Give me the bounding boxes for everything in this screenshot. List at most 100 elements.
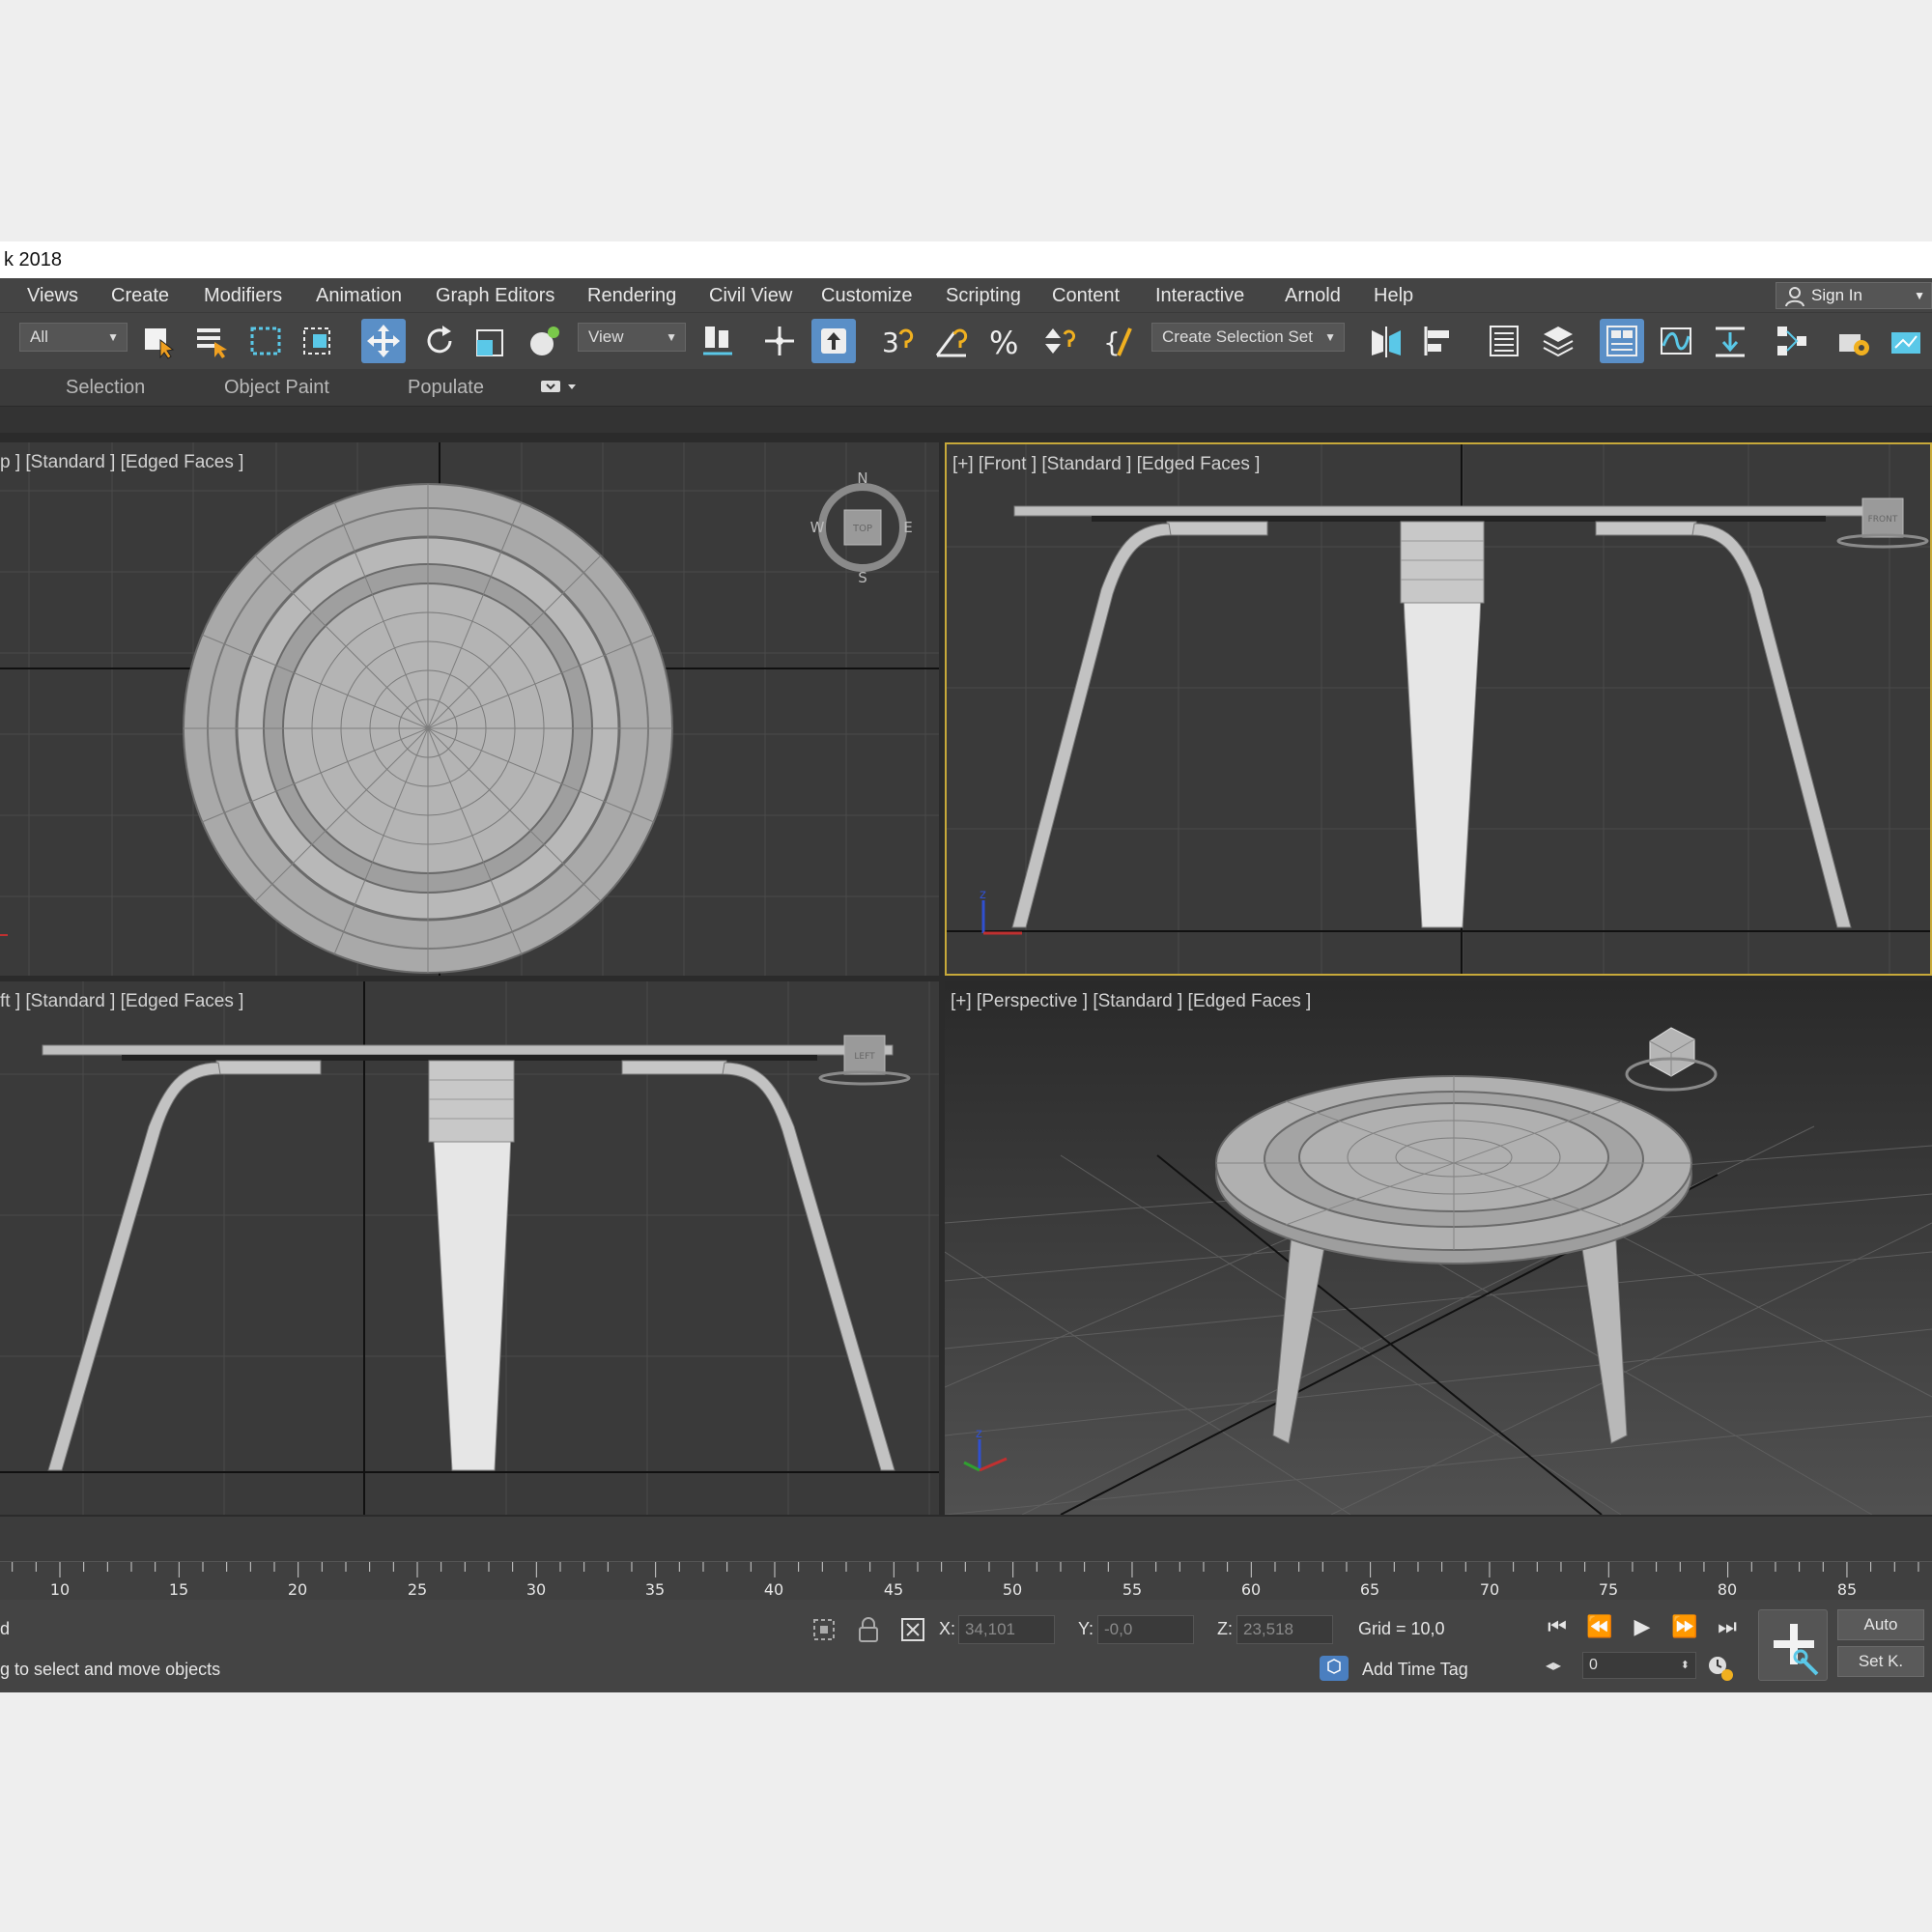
menu-create[interactable]: Create	[111, 278, 169, 313]
mirror-tool-icon[interactable]	[1364, 319, 1408, 363]
select-scale-icon[interactable]	[469, 319, 514, 363]
menu-content[interactable]: Content	[1052, 278, 1120, 313]
select-manipulate-icon[interactable]	[757, 319, 802, 363]
sign-in-button[interactable]: Sign In ▼	[1776, 282, 1932, 309]
timeline-tick-label: 80	[1718, 1580, 1737, 1599]
menu-modifiers[interactable]: Modifiers	[204, 278, 282, 313]
menu-animation[interactable]: Animation	[316, 278, 402, 313]
viewport-front[interactable]: FRONT z [+] [Front ] [Standard ] [Edged …	[945, 442, 1932, 976]
previous-frame-icon[interactable]: ⏪	[1580, 1609, 1619, 1644]
timeline-tick-label: 30	[526, 1580, 546, 1599]
pivot-center-icon[interactable]	[696, 319, 740, 363]
angle-snap-icon[interactable]	[929, 319, 974, 363]
viewport-left[interactable]: LEFT ft ] [Standard ] [Edged Faces ]	[0, 981, 939, 1515]
selection-filter-value: All	[30, 327, 48, 346]
render-setup-icon[interactable]	[1832, 319, 1876, 363]
toggle-ribbon-icon[interactable]	[1600, 319, 1644, 363]
lock-icon[interactable]	[856, 1615, 881, 1649]
snap-3d-icon[interactable]: 3	[875, 319, 920, 363]
viewport-perspective[interactable]: z [+] [Perspective ] [Standard ] [Edged …	[945, 981, 1932, 1515]
z-coordinate-field[interactable]: 23,518	[1236, 1615, 1333, 1644]
menu-scripting[interactable]: Scripting	[946, 278, 1021, 313]
window-title: k 2018	[0, 242, 1932, 278]
select-move-icon[interactable]	[361, 319, 406, 363]
ribbon-panel	[0, 406, 1932, 433]
y-coordinate-field[interactable]: -0,0	[1097, 1615, 1194, 1644]
reference-coord-dropdown[interactable]: View ▼	[578, 323, 686, 352]
timeline-ruler[interactable]: 10 15 20 25 30 35 40 45 50 55 60 65 70 7…	[0, 1561, 1932, 1600]
viewport-perspective-label[interactable]: [+] [Perspective ] [Standard ] [Edged Fa…	[951, 991, 1311, 1012]
timeline-ticks: 10 15 20 25 30 35 40 45 50 55 60 65 70 7…	[12, 1562, 1919, 1599]
percent-snap-icon[interactable]: %	[983, 319, 1028, 363]
viewport-top[interactable]: TOP N S E W p ] [Standard ] [Edged Faces…	[0, 442, 939, 976]
menu-views[interactable]: Views	[27, 278, 78, 313]
timeline-tick-label: 40	[764, 1580, 783, 1599]
menu-graph-editors[interactable]: Graph Editors	[436, 278, 554, 313]
dope-sheet-icon[interactable]	[1708, 319, 1752, 363]
play-icon[interactable]: ▶	[1623, 1609, 1662, 1644]
isolate-selection-icon[interactable]	[810, 1615, 838, 1649]
absolute-mode-icon[interactable]	[898, 1615, 927, 1649]
add-time-tag-label[interactable]: Add Time Tag	[1362, 1660, 1468, 1680]
spinner-icon[interactable]: ⬍	[1681, 1653, 1690, 1678]
viewcube-left: LEFT	[818, 1035, 911, 1086]
select-object-icon[interactable]	[135, 319, 180, 363]
select-rotate-icon[interactable]	[417, 319, 462, 363]
viewport-front-label[interactable]: [+] [Front ] [Standard ] [Edged Faces ]	[952, 454, 1260, 475]
menu-help[interactable]: Help	[1374, 278, 1413, 313]
ribbon-tab-selection[interactable]: Selection	[66, 369, 145, 406]
timeline-tick-label: 45	[884, 1580, 903, 1599]
timeline-tick-label: 75	[1599, 1580, 1618, 1599]
viewport-top-label[interactable]: p ] [Standard ] [Edged Faces ]	[0, 452, 243, 473]
menu-arnold[interactable]: Arnold	[1285, 278, 1341, 313]
front-view-scene: FRONT z	[947, 444, 1930, 974]
time-slider[interactable]	[0, 1517, 1932, 1561]
schematic-view-icon[interactable]	[1770, 319, 1814, 363]
ribbon-tab-populate[interactable]: Populate	[408, 369, 484, 406]
grid-size: Grid = 10,0	[1358, 1619, 1445, 1638]
render-frame-icon[interactable]	[1884, 319, 1928, 363]
key-mode-toggle-icon[interactable]: ◂▸	[1546, 1656, 1561, 1675]
ribbon-options-icon[interactable]	[539, 377, 578, 403]
go-to-end-icon[interactable]: ⏭	[1708, 1609, 1747, 1644]
time-configuration-icon[interactable]	[1706, 1654, 1735, 1688]
select-by-name-icon[interactable]	[189, 319, 234, 363]
keyboard-shortcut-override-icon[interactable]	[811, 319, 856, 363]
set-key-button[interactable]	[1758, 1609, 1828, 1681]
y-label: Y:	[1078, 1619, 1094, 1638]
timeline-tick-label: 60	[1241, 1580, 1261, 1599]
svg-text:z: z	[980, 888, 986, 902]
spinner-snap-icon[interactable]	[1037, 319, 1082, 363]
status-bar: d g to select and move objects X: 34,101…	[0, 1600, 1932, 1692]
edit-named-selection-icon[interactable]: {	[1097, 319, 1142, 363]
next-frame-icon[interactable]: ⏩	[1665, 1609, 1704, 1644]
auto-key-button[interactable]: Auto	[1837, 1609, 1924, 1640]
current-frame-field[interactable]: 0 ⬍	[1582, 1652, 1696, 1679]
timeline-tick-label: 10	[50, 1580, 70, 1599]
timeline-tick-label: 25	[408, 1580, 427, 1599]
curve-editor-icon[interactable]	[1654, 319, 1698, 363]
menu-rendering[interactable]: Rendering	[587, 278, 676, 313]
menu-civil-view[interactable]: Civil View	[709, 278, 792, 313]
layer-explorer-icon[interactable]	[1536, 319, 1580, 363]
timeline-tick-label: 85	[1837, 1580, 1857, 1599]
menu-interactive[interactable]: Interactive	[1155, 278, 1244, 313]
table-top-mesh	[183, 483, 673, 974]
selection-set-placeholder: Create Selection Set	[1162, 327, 1313, 346]
go-to-start-icon[interactable]: ⏮	[1538, 1609, 1577, 1644]
rectangular-selection-icon[interactable]	[243, 319, 288, 363]
ribbon-tab-object-paint[interactable]: Object Paint	[224, 369, 329, 406]
align-icon[interactable]	[1416, 319, 1461, 363]
svg-text:3: 3	[882, 327, 899, 358]
create-selection-set-dropdown[interactable]: Create Selection Set ▼	[1151, 323, 1345, 352]
time-tag-icon[interactable]	[1318, 1654, 1350, 1688]
timeline-tick-label: 15	[169, 1580, 188, 1599]
viewport-left-label[interactable]: ft ] [Standard ] [Edged Faces ]	[0, 991, 243, 1012]
menu-customize[interactable]: Customize	[821, 278, 912, 313]
selection-filter-dropdown[interactable]: All ▼	[19, 323, 128, 352]
x-coordinate-field[interactable]: 34,101	[958, 1615, 1055, 1644]
place-icon[interactable]	[524, 319, 568, 363]
scene-explorer-icon[interactable]	[1482, 319, 1526, 363]
window-crossing-icon[interactable]	[296, 319, 340, 363]
set-key-mode-button[interactable]: Set K.	[1837, 1646, 1924, 1677]
